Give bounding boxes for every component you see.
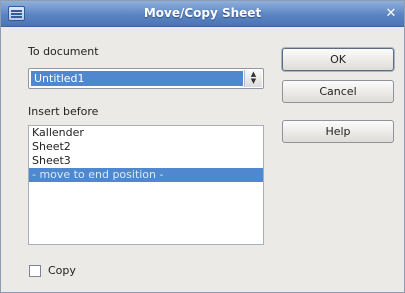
list-item-selected[interactable]: - move to end position - — [29, 168, 263, 182]
help-button[interactable]: Help — [282, 120, 394, 143]
close-icon[interactable]: ✕ — [383, 6, 399, 22]
insert-before-list[interactable]: Kallender Sheet2 Sheet3 - move to end po… — [28, 125, 264, 245]
list-item[interactable]: Sheet3 — [29, 154, 263, 168]
ok-button[interactable]: OK — [282, 48, 394, 71]
to-document-value: Untitled1 — [31, 71, 243, 86]
title-bar[interactable]: Move/Copy Sheet ✕ — [1, 1, 404, 27]
spin-arrows-icon[interactable]: ▲ ▼ — [244, 70, 262, 87]
cancel-button[interactable]: Cancel — [282, 80, 394, 103]
list-item[interactable]: Kallender — [29, 126, 263, 140]
insert-before-label: Insert before — [28, 105, 99, 118]
to-document-label: To document — [28, 45, 99, 58]
move-copy-sheet-dialog: Move/Copy Sheet ✕ To document Untitled1 … — [0, 0, 405, 293]
copy-label[interactable]: Copy — [48, 264, 76, 277]
window-title: Move/Copy Sheet — [143, 6, 262, 20]
to-document-select[interactable]: Untitled1 ▲ ▼ — [28, 68, 264, 89]
copy-checkbox[interactable] — [29, 265, 41, 277]
list-item[interactable]: Sheet2 — [29, 140, 263, 154]
